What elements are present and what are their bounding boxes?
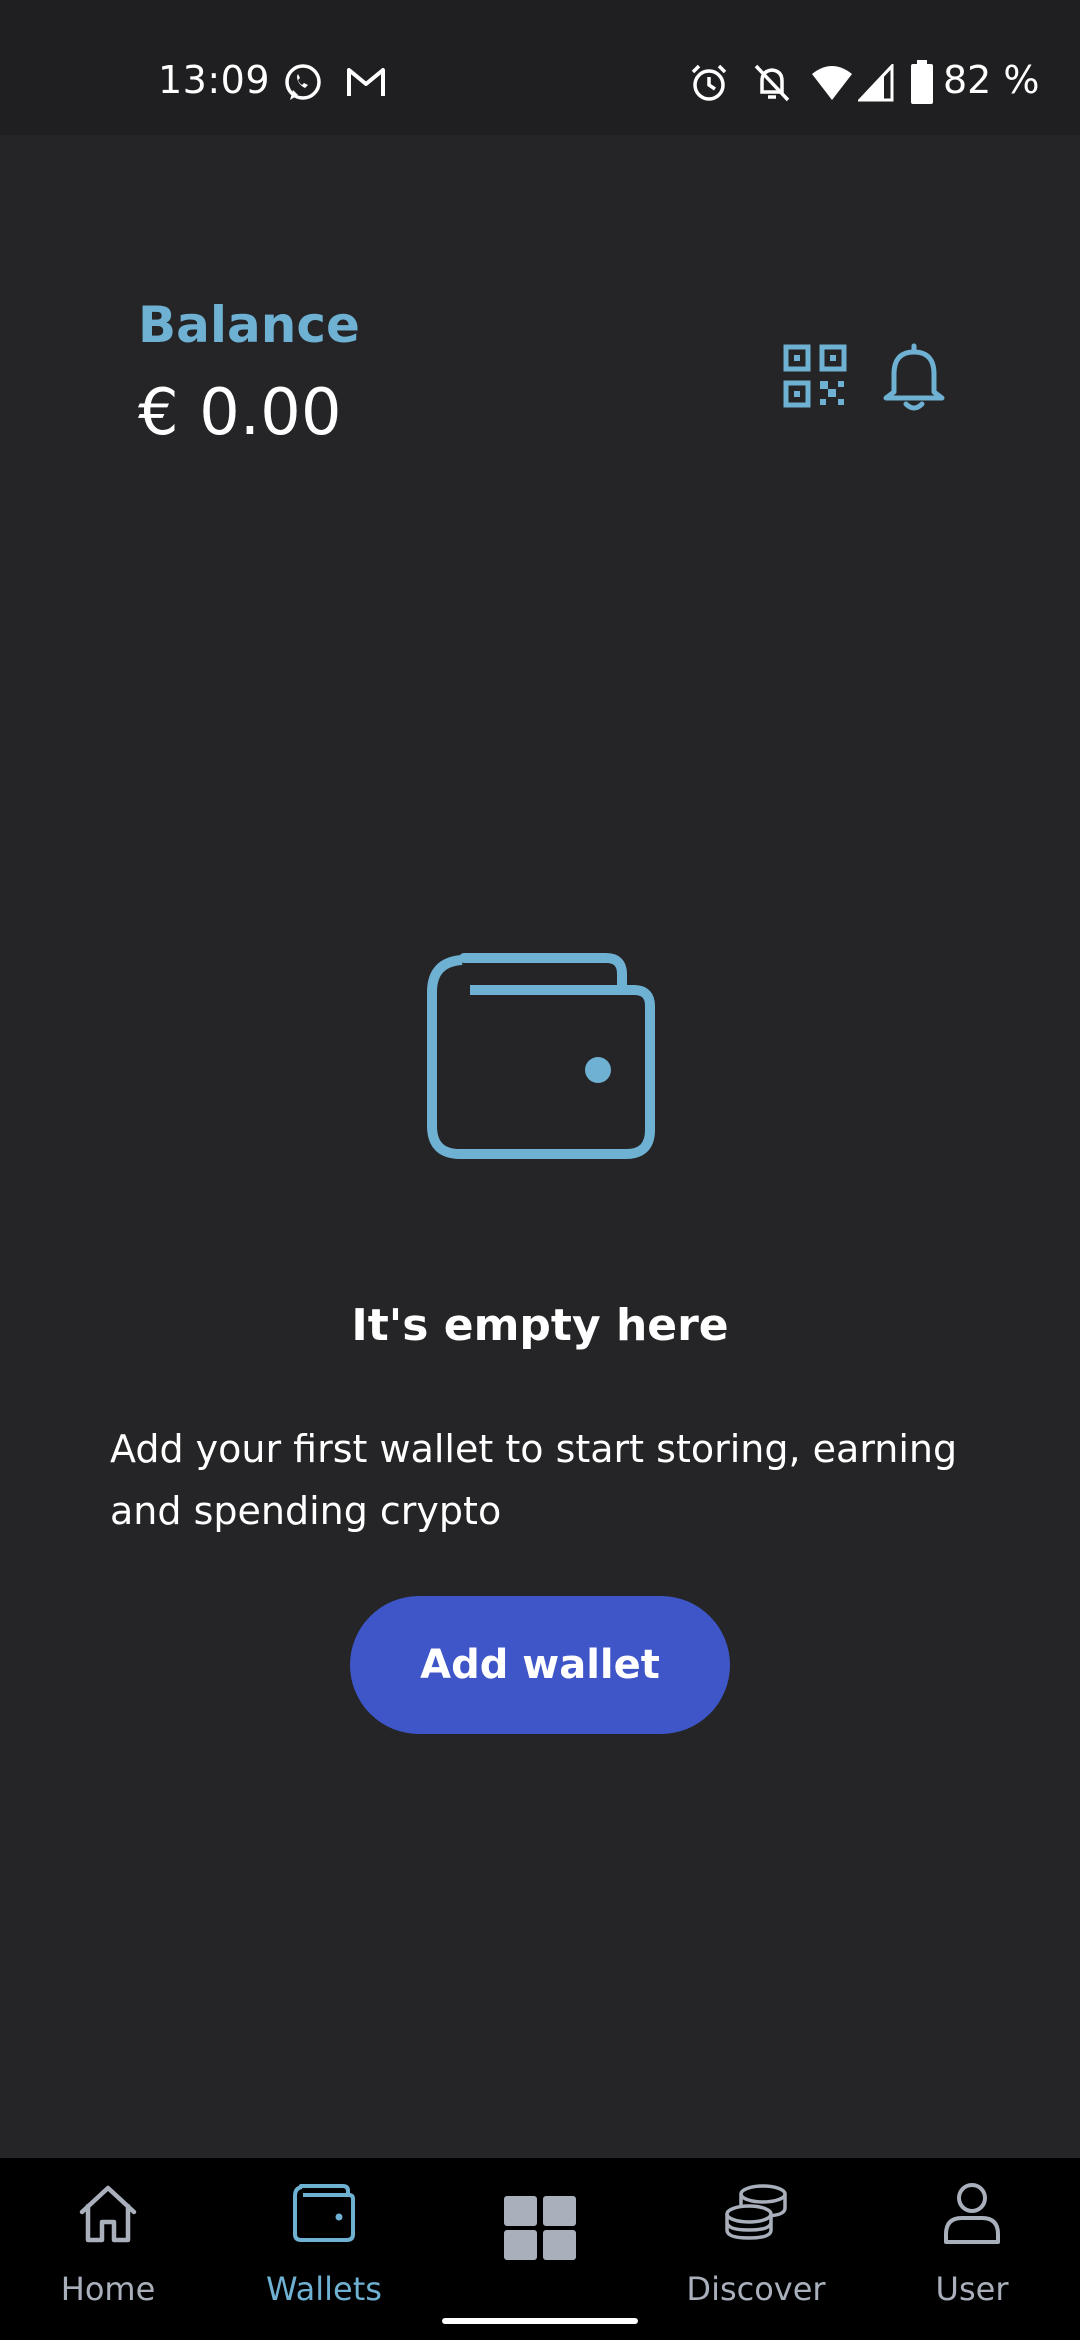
nav-label-wallets: Wallets <box>266 2270 382 2308</box>
empty-state-title: It's empty here <box>351 1300 729 1351</box>
coins-icon <box>725 2184 787 2240</box>
status-bar: 13:09 82 % <box>0 0 1080 135</box>
nav-label-discover: Discover <box>686 2270 826 2308</box>
notifications-off-icon <box>754 64 790 102</box>
alarm-icon <box>691 64 727 101</box>
bottom-navigation: Home Wallets Discover User <box>0 2158 1080 2340</box>
nav-label-home: Home <box>60 2270 156 2308</box>
battery-percentage: 82 % <box>943 58 1040 102</box>
nav-label-user: User <box>935 2270 1009 2308</box>
user-icon <box>944 2183 1000 2244</box>
balance-value: € 0.00 <box>138 376 342 450</box>
balance-label: Balance <box>138 296 360 354</box>
wifi-icon <box>812 66 852 100</box>
wallet-nav-icon <box>293 2184 355 2242</box>
gmail-icon <box>347 68 385 96</box>
grid-icon <box>504 2196 576 2260</box>
add-wallet-button[interactable]: Add wallet <box>350 1596 730 1734</box>
home-icon <box>79 2185 137 2243</box>
app-screen: 13:09 82 % Balance € 0.00 It's empty her… <box>0 0 1080 2340</box>
signal-icon <box>858 64 894 102</box>
empty-state-description: Add your first wallet to start storing, … <box>110 1427 958 1533</box>
nav-item-apps[interactable] <box>432 2158 648 2340</box>
bell-icon[interactable] <box>880 340 948 412</box>
nav-item-wallets[interactable]: Wallets <box>216 2158 432 2340</box>
nav-item-user[interactable]: User <box>864 2158 1080 2340</box>
qr-code-icon[interactable] <box>783 344 847 408</box>
status-time: 13:09 <box>158 58 271 102</box>
whatsapp-icon <box>285 64 321 100</box>
home-indicator[interactable] <box>442 2318 638 2324</box>
nav-item-discover[interactable]: Discover <box>648 2158 864 2340</box>
nav-item-home[interactable]: Home <box>0 2158 216 2340</box>
battery-icon <box>911 60 933 104</box>
wallet-icon <box>427 953 655 1159</box>
